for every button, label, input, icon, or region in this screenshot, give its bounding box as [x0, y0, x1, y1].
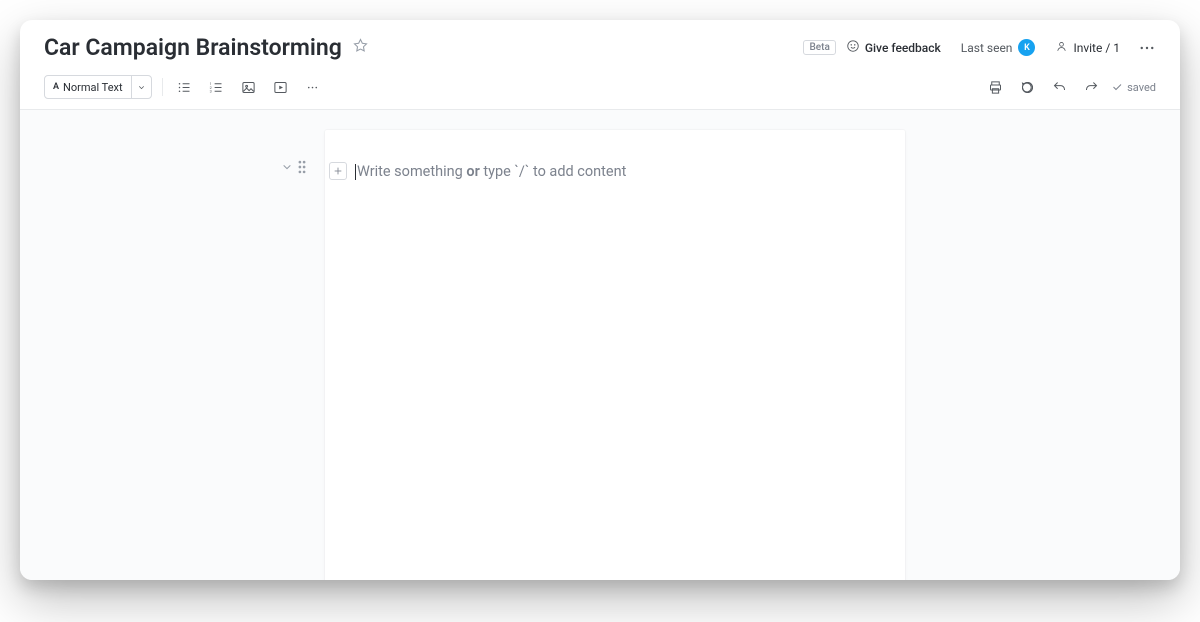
comment-icon [1020, 80, 1035, 95]
saved-label: saved [1127, 81, 1156, 94]
text-style-icon: A [53, 82, 59, 92]
editor-content-line[interactable]: Write something or type `/` to add conte… [355, 162, 875, 182]
text-cursor [355, 164, 356, 180]
placeholder-pre: Write something [357, 163, 466, 180]
drag-handle-icon[interactable] [298, 160, 306, 174]
invite-label: Invite / 1 [1073, 41, 1120, 55]
more-horizontal-icon [305, 80, 320, 95]
text-format-select[interactable]: A Normal Text [44, 75, 152, 99]
invite-button[interactable]: Invite / 1 [1055, 40, 1120, 56]
smile-icon [846, 39, 860, 56]
print-icon [988, 80, 1003, 95]
redo-button[interactable] [1079, 75, 1103, 99]
give-feedback-button[interactable]: Give feedback [846, 39, 941, 56]
image-icon [241, 80, 256, 95]
bullet-list-button[interactable] [173, 75, 197, 99]
last-seen-label: Last seen [961, 41, 1013, 55]
add-block-button[interactable] [329, 162, 347, 180]
check-icon [1111, 81, 1123, 93]
avatar[interactable]: K [1018, 39, 1035, 56]
doc-header: Car Campaign Brainstorming Beta Give fee… [20, 20, 1180, 69]
format-dropdown-caret[interactable] [132, 76, 151, 98]
format-main[interactable]: A Normal Text [45, 76, 132, 98]
svg-text:3: 3 [210, 89, 212, 93]
user-icon [1055, 40, 1068, 56]
toolbar: A Normal Text 123 [20, 69, 1180, 110]
doc-title: Car Campaign Brainstorming [44, 34, 342, 61]
video-button[interactable] [269, 75, 293, 99]
favorite-star-icon[interactable] [352, 37, 369, 58]
redo-icon [1084, 80, 1099, 95]
editor-area: Write something or type `/` to add conte… [20, 110, 1180, 580]
placeholder-post: type `/` to add content [480, 163, 627, 180]
undo-icon [1052, 80, 1067, 95]
plus-icon [333, 166, 343, 176]
document-page[interactable]: Write something or type `/` to add conte… [325, 130, 905, 580]
chevron-down-icon [137, 83, 146, 92]
video-icon [273, 80, 288, 95]
beta-badge: Beta [803, 40, 835, 55]
bullet-list-icon [177, 80, 192, 95]
comment-button[interactable] [1015, 75, 1039, 99]
toolbar-divider [162, 78, 163, 96]
undo-button[interactable] [1047, 75, 1071, 99]
print-button[interactable] [983, 75, 1007, 99]
saved-status: saved [1111, 81, 1156, 94]
app-shell: Car Campaign Brainstorming Beta Give fee… [20, 20, 1180, 580]
more-format-button[interactable] [301, 75, 325, 99]
block-gutter [282, 160, 306, 174]
format-label: Normal Text [63, 81, 123, 94]
last-seen: Last seen K [961, 39, 1036, 56]
chevron-down-icon[interactable] [282, 162, 292, 172]
more-horizontal-icon [1138, 39, 1156, 57]
image-button[interactable] [237, 75, 261, 99]
numbered-list-button[interactable]: 123 [205, 75, 229, 99]
more-menu-button[interactable] [1138, 39, 1156, 57]
feedback-label: Give feedback [865, 41, 941, 55]
placeholder-bold: or [466, 163, 479, 180]
numbered-list-icon: 123 [209, 80, 224, 95]
